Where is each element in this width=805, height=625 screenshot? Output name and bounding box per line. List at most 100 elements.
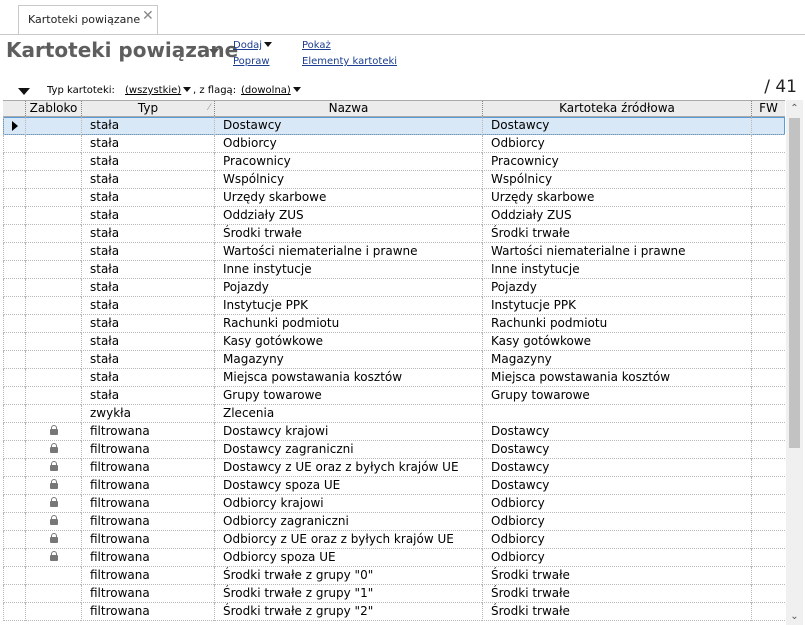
table-row[interactable]: stała Miejsca powstawania kosztów Miejsca … (3, 369, 785, 387)
cell-typ: filtrowana (81, 477, 214, 495)
table-row[interactable]: stała Instytucje PPK Instytucje PPK (3, 297, 785, 315)
cell-fw (751, 243, 785, 261)
cell-nazwa: Rachunki podmiotu (214, 315, 482, 333)
cell-typ: filtrowana (81, 567, 214, 585)
cell-fw (751, 513, 785, 531)
header-fw[interactable]: FW (751, 101, 785, 116)
cell-typ: filtrowana (81, 495, 214, 513)
title-dropdown-icon[interactable] (209, 49, 219, 55)
tab-kartoteki-powiazane[interactable]: Kartoteki powiązane ✕ (18, 5, 158, 34)
table-row[interactable]: stała Inne instytucje Inne instytucje (3, 261, 785, 279)
scroll-down-icon[interactable]: ⌄ (786, 608, 803, 625)
cell-nazwa: Wspólnicy (214, 171, 482, 189)
table-row[interactable]: stała Urzędy skarbowe Urzędy skarbowe (3, 189, 785, 207)
cell-typ: stała (81, 189, 214, 207)
cell-typ: stała (81, 279, 214, 297)
row-indicator (3, 117, 25, 135)
page-title[interactable]: Kartoteki powiązane (6, 38, 238, 62)
cell-zabloko (25, 261, 81, 279)
chevron-down-icon (264, 42, 273, 47)
table-row[interactable]: filtrowana Dostawcy zagraniczni Dostawcy (3, 441, 785, 459)
type-filter-label: Typ kartoteki: (47, 85, 115, 96)
scrollbar-thumb[interactable] (789, 118, 800, 448)
cell-zabloko (25, 369, 81, 387)
cell-nazwa: Magazyny (214, 351, 482, 369)
table-row[interactable]: filtrowana Dostawcy spoza UE Dostawcy (3, 477, 785, 495)
cell-fw (751, 459, 785, 477)
cell-zabloko (25, 171, 81, 189)
table-row[interactable]: stała Rachunki podmiotu Rachunki podmiotu (3, 315, 785, 333)
table-row[interactable]: stała Oddziały ZUS Oddziały ZUS (3, 207, 785, 225)
table-row[interactable]: filtrowana Odbiorcy spoza UE Odbiorcy (3, 549, 785, 567)
row-indicator (3, 585, 25, 603)
lock-icon (49, 479, 58, 489)
table-row[interactable]: filtrowana Dostawcy z UE oraz z byłych kr… (3, 459, 785, 477)
table-row[interactable]: filtrowana Dostawcy krajowi Dostawcy (3, 423, 785, 441)
cell-zabloko (25, 207, 81, 225)
flag-filter-dropdown[interactable]: (dowolna) (241, 85, 301, 96)
table-row[interactable]: stała Wartości niematerialne i prawne Wart… (3, 243, 785, 261)
cell-zrodlo: Magazyny (482, 351, 751, 369)
header-typ[interactable]: Typ ⁄ (81, 101, 214, 116)
cell-zrodlo: Wartości niematerialne i prawne (482, 243, 751, 261)
table-row[interactable]: filtrowana Środki trwałe z grupy "1" Środk… (3, 585, 785, 603)
chevron-down-icon (183, 87, 192, 92)
cell-typ: filtrowana (81, 531, 214, 549)
cell-zabloko (25, 243, 81, 261)
table-row[interactable]: filtrowana Odbiorcy z UE oraz z byłych kr… (3, 531, 785, 549)
table-row[interactable]: stała Pojazdy Pojazdy (3, 279, 785, 297)
row-pointer-icon (12, 121, 18, 131)
header-nazwa[interactable]: Nazwa (214, 101, 482, 116)
cell-typ: filtrowana (81, 603, 214, 621)
cell-fw (751, 351, 785, 369)
row-indicator (3, 477, 25, 495)
header-zrodlo[interactable]: Kartoteka źródłowa (482, 101, 751, 116)
cell-typ: stała (81, 243, 214, 261)
table-row[interactable]: zwykła Zlecenia (3, 405, 785, 423)
table-row[interactable]: stała Magazyny Magazyny (3, 351, 785, 369)
cell-typ: stała (81, 153, 214, 171)
cell-nazwa: Środki trwałe z grupy "1" (214, 585, 482, 603)
table-row[interactable]: stała Grupy towarowe Grupy towarowe (3, 387, 785, 405)
cell-zabloko (25, 351, 81, 369)
show-link[interactable]: Pokaż (302, 40, 331, 51)
row-indicator (3, 207, 25, 225)
scroll-up-icon[interactable]: ⌃ (786, 100, 803, 117)
type-filter-value: (wszystkie) (125, 85, 182, 96)
type-filter-dropdown[interactable]: (wszystkie) (125, 85, 192, 96)
cell-fw (751, 225, 785, 243)
table-row[interactable]: stała Odbiorcy Odbiorcy (3, 135, 785, 153)
cell-zrodlo: Odbiorcy (482, 531, 751, 549)
cell-nazwa: Odbiorcy krajowi (214, 495, 482, 513)
table-row[interactable]: filtrowana Odbiorcy krajowi Odbiorcy (3, 495, 785, 513)
edit-link[interactable]: Popraw (233, 56, 270, 67)
cell-zrodlo: Instytucje PPK (482, 297, 751, 315)
vertical-scrollbar[interactable]: ⌃ ⌄ (786, 100, 803, 625)
table-row[interactable]: filtrowana Środki trwałe z grupy "0" Środk… (3, 567, 785, 585)
row-indicator (3, 423, 25, 441)
table-row[interactable]: stała Pracownicy Pracownicy (3, 153, 785, 171)
cell-nazwa: Urzędy skarbowe (214, 189, 482, 207)
table-row[interactable]: stała Kasy gotówkowe Kasy gotówkowe (3, 333, 785, 351)
table-row[interactable]: stała Wspólnicy Wspólnicy (3, 171, 785, 189)
table-row[interactable]: filtrowana Środki trwałe z grupy "2" Środk… (3, 603, 785, 621)
table-row[interactable]: stała Dostawcy Dostawcy (3, 117, 785, 135)
cell-fw (751, 369, 785, 387)
collapse-icon[interactable] (18, 88, 30, 95)
row-indicator (3, 459, 25, 477)
row-indicator (3, 567, 25, 585)
table-row[interactable]: filtrowana Odbiorcy zagraniczni Odbiorcy (3, 513, 785, 531)
elements-link[interactable]: Elementy kartoteki (302, 56, 397, 67)
cell-fw (751, 567, 785, 585)
close-icon[interactable]: ✕ (142, 8, 154, 24)
row-indicator (3, 261, 25, 279)
cell-fw (751, 315, 785, 333)
cell-nazwa: Dostawcy spoza UE (214, 477, 482, 495)
cell-fw (751, 477, 785, 495)
add-menu[interactable]: Dodaj (233, 40, 273, 51)
cell-fw (751, 441, 785, 459)
lock-icon (49, 443, 58, 453)
cell-zrodlo: Środki trwałe (482, 603, 751, 621)
table-row[interactable]: stała Środki trwałe Środki trwałe (3, 225, 785, 243)
header-zabloko[interactable]: Zabloko (25, 101, 81, 116)
